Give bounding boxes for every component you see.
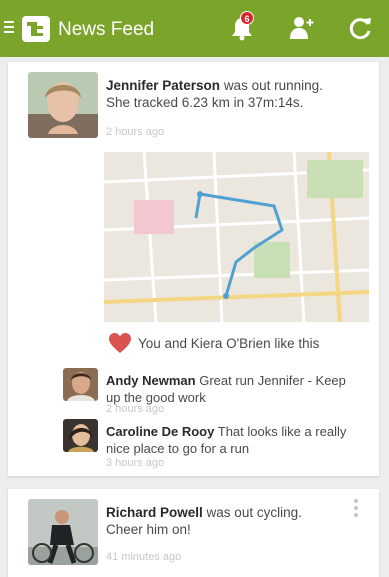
post-text: Jennifer Paterson was out running. She t… (106, 78, 323, 110)
post-author[interactable]: Richard Powell (106, 505, 203, 520)
add-friend-button[interactable] (285, 12, 317, 44)
add-friend-icon (290, 17, 314, 39)
likes-summary[interactable]: You and Kiera O'Brien like this (138, 336, 319, 351)
comment-text: Caroline De Rooy That looks like a reall… (106, 424, 347, 456)
page-title: News Feed (58, 19, 155, 40)
comment-timestamp: 3 hours ago (106, 457, 165, 469)
feed-card: Jennifer Paterson was out running. She t… (8, 62, 379, 476)
refresh-button[interactable] (344, 12, 376, 44)
like-heart-icon[interactable] (108, 332, 132, 354)
post-timestamp: 2 hours ago (106, 126, 165, 138)
post-author[interactable]: Jennifer Paterson (106, 78, 220, 93)
avatar[interactable] (63, 419, 98, 452)
route-map[interactable] (104, 152, 369, 322)
post-text: Richard Powell was out cycling. Cheer hi… (106, 505, 302, 537)
more-options-icon[interactable] (354, 499, 360, 520)
post-timestamp: 41 minutes ago (106, 551, 182, 563)
refresh-icon (349, 18, 371, 40)
comment-author[interactable]: Andy Newman (106, 373, 196, 388)
feed-card: Richard Powell was out cycling. Cheer hi… (8, 489, 379, 577)
notification-badge: 6 (240, 11, 254, 25)
app-bar: News Feed 6 (0, 0, 389, 57)
comment-timestamp: 2 hours ago (106, 403, 165, 415)
app-logo-icon[interactable] (22, 16, 50, 42)
comment-author[interactable]: Caroline De Rooy (106, 424, 214, 439)
avatar[interactable] (28, 72, 98, 138)
avatar[interactable] (28, 499, 98, 565)
avatar[interactable] (63, 368, 98, 401)
comment-text: Andy Newman Great run Jennifer - Keep up… (106, 373, 346, 405)
notifications-button[interactable]: 6 (226, 11, 258, 44)
menu-icon[interactable] (4, 21, 14, 36)
